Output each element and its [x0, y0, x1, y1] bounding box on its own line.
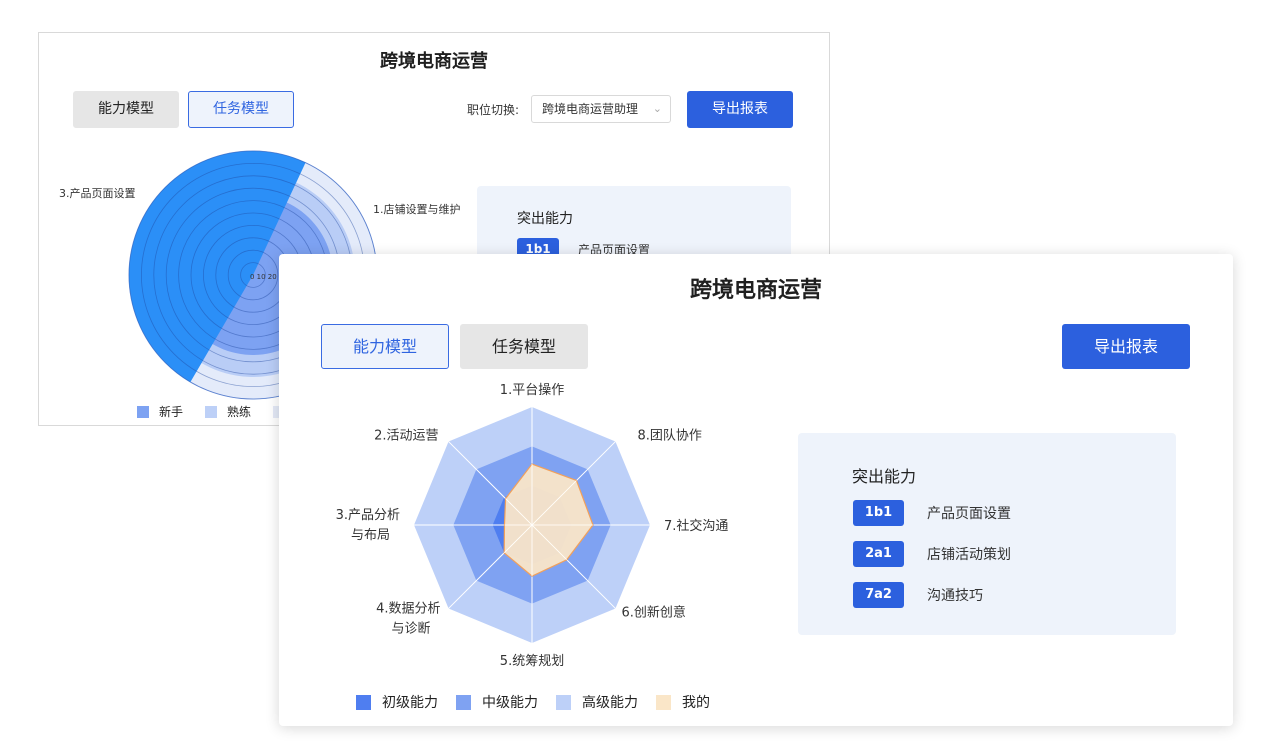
legend-item-basic[interactable]: 初级能力 [356, 692, 438, 712]
radar-axis-label: 8.团队协作 [637, 429, 701, 444]
legend-item-intermediate[interactable]: 中级能力 [456, 692, 538, 712]
front-page-title: 跨境电商运营 [689, 278, 822, 303]
back-legend-label: 新手 [159, 405, 184, 419]
radar-axis-label: 6.创新创意 [621, 604, 685, 620]
front-tab-ability-model[interactable]: 能力模型 [321, 324, 449, 369]
back-legend-swatch [137, 405, 149, 418]
front-tab-task-model[interactable]: 任务模型 [460, 324, 588, 369]
radar-axis-label: 5.统筹规划 [500, 653, 564, 669]
back-legend-item-novice[interactable]: 新手 [137, 403, 183, 420]
front-window: 跨境电商运营 能力模型 任务模型 导出报表 1.平台操作 8.团队协作 7.社交沟通… [279, 254, 1233, 726]
ability-name: 店铺活动策划 [927, 547, 1011, 563]
front-export-button[interactable]: 导出报表 [1062, 324, 1190, 369]
ability-name: 产品页面设置 [927, 506, 1011, 522]
highlight-row: 2a1 店铺活动策划 [853, 541, 1011, 567]
radar-axis-label: 3.产品分析与布局 [336, 508, 400, 543]
highlight-abilities-panel: 突出能力 1b1 产品页面设置 2a1 店铺活动策划 7a2 沟通技巧 [798, 433, 1176, 635]
radar-chart: 1.平台操作 8.团队协作 7.社交沟通 6.创新创意 5.统筹规划 4.数据分析与诊断 3… [336, 382, 729, 669]
legend-label: 中级能力 [482, 695, 538, 711]
radar-axis-label: 1.平台操作 [500, 382, 564, 398]
back-panel-heading: 突出能力 [517, 211, 573, 227]
radar-axis-label: 4.数据分析与诊断 [376, 601, 440, 636]
panel-heading: 突出能力 [852, 467, 917, 486]
legend-item-mine[interactable]: 我的 [656, 692, 710, 712]
ability-code-badge: 2a1 [853, 541, 904, 567]
highlight-row: 7a2 沟通技巧 [853, 582, 983, 608]
radar-axis-label: 7.社交沟通 [664, 518, 728, 534]
back-axis-label-3: 3.产品页面设置 [59, 186, 136, 200]
legend-item-advanced[interactable]: 高级能力 [556, 692, 638, 712]
back-legend-label: 熟练 [227, 405, 252, 419]
back-axis-label-1: 1.店铺设置与维护 [373, 202, 461, 216]
legend-label: 初级能力 [382, 695, 438, 711]
radar-legend: 初级能力 中级能力 高级能力 我的 [356, 692, 728, 712]
ability-name: 沟通技巧 [927, 588, 983, 604]
legend-swatch [656, 694, 671, 710]
back-center-ticks: 0 10 20 [250, 273, 277, 281]
legend-swatch [456, 694, 471, 710]
back-legend-item-skilled[interactable]: 熟练 [205, 403, 251, 420]
highlight-row: 1b1 产品页面设置 [853, 500, 1011, 526]
legend-swatch [356, 694, 371, 710]
radar-axis-label: 2.活动运营 [374, 429, 438, 444]
ability-code-badge: 1b1 [853, 500, 904, 526]
ability-code-badge: 7a2 [853, 582, 904, 608]
legend-swatch [556, 694, 571, 710]
back-legend-swatch [205, 405, 218, 418]
legend-label: 高级能力 [582, 695, 638, 711]
legend-label: 我的 [682, 695, 710, 711]
